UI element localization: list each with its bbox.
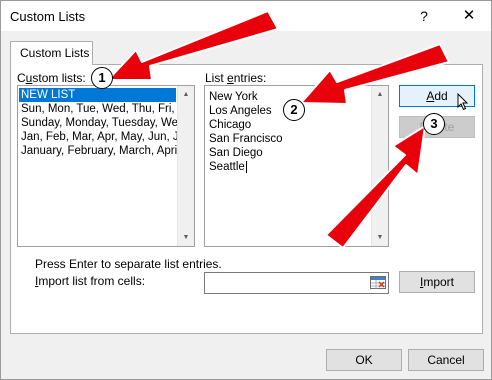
entry-line: New York	[209, 91, 258, 103]
scroll-down-icon[interactable]: ▼	[178, 229, 194, 246]
entry-line-last: Seattle	[209, 160, 247, 173]
import-button[interactable]: Import	[399, 271, 475, 293]
dialog-title: Custom Lists	[10, 9, 86, 24]
tab-custom-lists[interactable]: Custom Lists	[10, 41, 93, 65]
list-item[interactable]: NEW LIST	[19, 88, 176, 102]
list-item[interactable]: Sunday, Monday, Tuesday, We	[19, 116, 178, 130]
text-caret	[245, 160, 247, 173]
collapse-dialog-icon[interactable]	[369, 274, 387, 292]
scroll-down-icon[interactable]: ▼	[372, 229, 388, 246]
entry-line: Los Angeles	[209, 105, 272, 117]
list-entries-label: List entries:	[205, 71, 267, 85]
annotation-badge-1: 1	[91, 67, 113, 89]
custom-lists-scrollbar[interactable]: ▲ ▼	[177, 86, 194, 246]
cancel-button[interactable]: Cancel	[408, 349, 484, 371]
annotation-badge-2: 2	[283, 99, 305, 121]
enter-hint: Press Enter to separate list entries.	[35, 257, 222, 271]
entry-line: San Diego	[209, 147, 263, 159]
import-label: Import list from cells:	[35, 274, 146, 288]
title-bar: Custom Lists ? ✕	[1, 1, 491, 31]
help-button[interactable]: ?	[401, 1, 447, 31]
list-item[interactable]: Jan, Feb, Mar, Apr, May, Jun, J	[19, 130, 179, 144]
list-entries-scrollbar[interactable]: ▲ ▼	[371, 86, 388, 246]
ok-button[interactable]: OK	[326, 349, 402, 371]
custom-lists-listbox[interactable]: NEW LIST Sun, Mon, Tue, Wed, Thu, Fri, S…	[17, 85, 195, 247]
close-button[interactable]: ✕	[447, 1, 491, 31]
close-icon[interactable]: ✕	[463, 7, 476, 24]
list-item[interactable]: January, February, March, Apri	[19, 144, 177, 158]
scroll-up-icon[interactable]: ▲	[178, 86, 194, 103]
entry-line: San Francisco	[209, 133, 283, 145]
custom-lists-label: Custom lists:	[17, 71, 86, 85]
import-range-input[interactable]	[204, 272, 389, 294]
custom-lists-dialog: Custom Lists ? ✕ Custom Lists Custom lis…	[0, 0, 492, 380]
annotation-badge-3: 3	[423, 113, 445, 135]
list-item[interactable]: Sun, Mon, Tue, Wed, Thu, Fri, S	[19, 102, 185, 116]
scroll-up-icon[interactable]: ▲	[372, 86, 388, 103]
mouse-pointer-icon	[457, 93, 469, 111]
entry-line: Chicago	[209, 119, 252, 131]
